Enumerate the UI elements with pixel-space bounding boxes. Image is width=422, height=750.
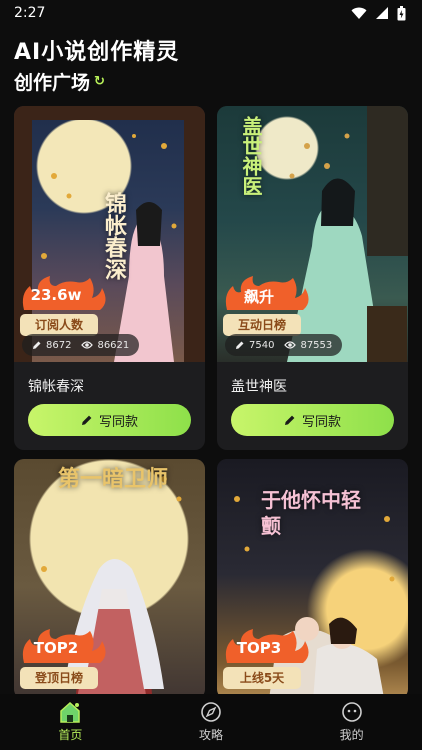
- tab-guide-label: 攻略: [199, 728, 224, 742]
- view-count-value: 86621: [97, 339, 130, 351]
- badge-label: 上线5天: [223, 667, 301, 689]
- edit-count: 8672: [32, 340, 71, 351]
- compass-icon: [201, 702, 221, 722]
- write-same-button[interactable]: 写同款: [231, 404, 394, 436]
- status-time: 2:27: [14, 5, 46, 21]
- stats-pill: 8672 86621: [22, 334, 140, 356]
- work-title: 锦帐春深: [28, 379, 84, 395]
- pencil-icon: [284, 415, 295, 425]
- pencil-icon: [81, 415, 92, 425]
- view-count-value: 87553: [300, 339, 333, 351]
- write-same-label: 写同款: [301, 414, 341, 430]
- eye-icon: [81, 341, 94, 349]
- pencil-icon: [236, 341, 244, 349]
- badge-value: TOP3: [236, 639, 282, 657]
- edit-count: 7540: [235, 340, 274, 351]
- tab-home-label: 首页: [58, 728, 83, 742]
- works-grid: 锦帐春深 23.6w 订阅人数 8672 86621 锦帐春深 写同款 盖世神医…: [14, 106, 408, 694]
- section-title-text: 创作广场: [14, 72, 91, 94]
- wifi-icon: [351, 7, 367, 19]
- status-icons: [351, 5, 406, 21]
- work-card[interactable]: 于他怀中轻颤 TOP3 上线5天: [217, 459, 408, 694]
- profile-icon: [341, 702, 362, 722]
- bottom-tab-bar: 首页 攻略 我的: [0, 694, 422, 750]
- home-icon: [60, 701, 81, 723]
- write-same-button[interactable]: 写同款: [28, 404, 191, 436]
- badge-label: 订阅人数: [20, 314, 98, 336]
- edit-count-value: 7540: [249, 339, 275, 351]
- cover-title-text: 于他怀中轻颤: [261, 488, 361, 538]
- work-card[interactable]: 锦帐春深 23.6w 订阅人数 8672 86621 锦帐春深 写同款: [14, 106, 205, 450]
- tab-home[interactable]: 首页: [0, 694, 141, 750]
- write-same-label: 写同款: [98, 414, 138, 430]
- app-title: AI小说创作精灵: [14, 40, 180, 65]
- work-card[interactable]: 盖世神医 飙升 互动日榜 7540 87553 盖世神医 写同款: [217, 106, 408, 450]
- tab-guide[interactable]: 攻略: [141, 694, 282, 750]
- tab-profile[interactable]: 我的: [281, 694, 422, 750]
- badge-label: 互动日榜: [223, 314, 301, 336]
- status-bar: 2:27: [0, 0, 422, 26]
- work-cover-image[interactable]: 第一暗卫师 TOP2 登顶日榜: [14, 459, 205, 694]
- work-cover-image[interactable]: 锦帐春深 23.6w 订阅人数 8672 86621: [14, 106, 205, 362]
- badge-value: TOP2: [33, 639, 79, 657]
- battery-icon: [397, 5, 406, 20]
- work-cover-image[interactable]: 盖世神医 飙升 互动日榜 7540 87553: [217, 106, 408, 362]
- view-count: 86621: [81, 340, 129, 351]
- cover-title-text: 第一暗卫师: [58, 467, 169, 492]
- section-title: 创作广场 ↻: [14, 68, 105, 95]
- cover-title-text: 盖世神医: [239, 116, 263, 196]
- work-title: 盖世神医: [231, 379, 287, 395]
- cover-title-text: 锦帐春深: [101, 192, 126, 280]
- badge-value: 飙升: [243, 288, 274, 306]
- view-count: 87553: [284, 340, 332, 351]
- badge-value: 23.6w: [30, 286, 82, 304]
- work-cover-image[interactable]: 于他怀中轻颤 TOP3 上线5天: [217, 459, 408, 694]
- sparkle-icon: ↻: [94, 74, 105, 89]
- pencil-icon: [33, 341, 41, 349]
- edit-count-value: 8672: [46, 339, 72, 351]
- tab-profile-label: 我的: [339, 728, 364, 742]
- eye-icon: [284, 341, 297, 349]
- badge-label: 登顶日榜: [20, 667, 98, 689]
- stats-pill: 7540 87553: [225, 334, 343, 356]
- signal-icon: [376, 7, 388, 19]
- work-card[interactable]: 第一暗卫师 TOP2 登顶日榜: [14, 459, 205, 694]
